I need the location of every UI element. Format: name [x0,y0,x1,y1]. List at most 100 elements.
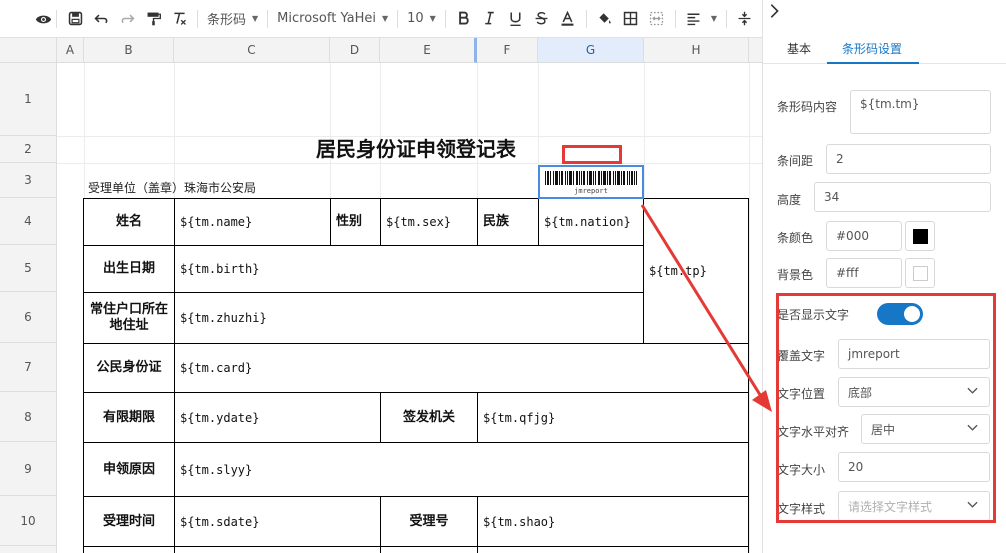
sex-label-cell[interactable]: 性别 [331,199,371,245]
report-title[interactable]: 居民身份证申领登记表 [84,133,748,163]
vertical-align-icon[interactable] [733,6,757,32]
row-header-7[interactable]: 7 [0,343,57,392]
underline-icon[interactable] [504,6,528,32]
validity-label-cell[interactable]: 有限期限 [84,393,174,442]
fill-color-icon[interactable] [593,6,617,32]
preview-eye-icon[interactable] [31,6,55,32]
bar-color-input[interactable]: #000 [826,221,902,251]
row-header-1[interactable]: 1 [0,63,57,136]
barcode-bars-icon [545,171,637,185]
card-label-cell[interactable]: 公民身份证 [84,344,174,392]
column-header-h[interactable]: H [644,38,749,63]
birth-value-cell[interactable]: ${tm.birth} [175,246,643,292]
text-size-row: 文字大小 [777,461,825,478]
row-header-5[interactable]: 5 [0,245,57,292]
row-header-11[interactable] [0,546,57,553]
chevron-right-icon[interactable] [765,2,785,22]
tab-barcode-settings[interactable]: 条形码设置 [842,40,902,57]
column-header-b[interactable]: B [84,38,174,63]
caret-down-icon: ▼ [381,14,389,23]
tab-basic[interactable]: 基本 [787,40,811,57]
row-header-8[interactable]: 8 [0,392,57,442]
address-label-cell[interactable]: 常住户口所在地住址 [84,293,174,343]
override-text-input[interactable]: jmreport [838,339,990,369]
text-align-row: 文字水平对齐 [777,423,849,440]
grid-line [174,63,175,198]
text-align-select[interactable]: 居中 [861,414,990,444]
address-value-cell[interactable]: ${tm.zhuzhi} [175,293,643,343]
cell-type-dropdown[interactable]: 条形码 ▼ [203,6,262,32]
column-header-e[interactable]: E [380,38,477,63]
column-header-extra[interactable] [749,38,762,63]
format-painter-icon[interactable] [141,6,165,32]
text-size-input[interactable]: 20 [838,452,990,482]
accept-time-value-cell[interactable]: ${tm.sdate} [175,497,380,546]
grid-line [84,63,85,198]
issuer-label-cell[interactable]: 签发机关 [381,393,477,442]
birth-label-cell[interactable]: 出生日期 [84,246,174,292]
bold-icon[interactable] [452,6,476,32]
name-value-cell[interactable]: ${tm.name} [175,199,330,245]
show-text-row: 是否显示文字 [777,306,849,323]
issuer-value-cell[interactable]: ${tm.qfjg} [478,393,748,442]
row-header-9[interactable]: 9 [0,442,57,496]
chevron-down-icon [967,424,978,435]
font-family-dropdown[interactable]: Microsoft YaHei ▼ [273,6,392,32]
border-icon[interactable] [619,6,643,32]
bar-color-swatch[interactable] [905,221,935,251]
caret-down-icon: ▼ [429,14,436,23]
accept-no-label-cell[interactable]: 受理号 [381,497,477,546]
sex-value-cell[interactable]: ${tm.sex} [381,199,477,245]
caret-down-icon[interactable]: ▼ [711,14,717,23]
barcode-content-textarea[interactable]: ${tm.tm} [850,90,991,134]
strikethrough-icon[interactable] [530,6,554,32]
row-header-3[interactable]: 3 [0,163,57,198]
bar-spacing-input[interactable]: 2 [826,144,991,174]
barcode-content-label: 条形码内容 [777,100,838,114]
card-value-cell[interactable]: ${tm.card} [175,344,748,392]
column-header-a[interactable]: A [57,38,84,63]
height-input[interactable]: 34 [814,182,991,212]
unit-label[interactable]: 受理单位（盖章）珠海市公安局 [88,179,256,196]
column-header-f[interactable]: F [477,38,538,63]
column-header-g[interactable]: G [538,38,644,63]
height-label: 高度 [777,193,802,207]
font-size-dropdown[interactable]: 10 ▼ [403,6,440,32]
bg-color-swatch[interactable] [905,258,935,288]
reason-value-cell[interactable]: ${tm.slyy} [175,443,748,496]
font-color-icon[interactable] [556,6,580,32]
redo-icon[interactable] [115,6,139,32]
nation-label-cell[interactable]: 民族 [478,199,538,245]
text-style-select[interactable]: 请选择文字样式 [838,491,990,521]
text-position-value: 底部 [848,385,873,400]
grid-corner[interactable] [0,38,57,63]
save-icon[interactable] [63,6,87,32]
validity-value-cell[interactable]: ${tm.ydate} [175,393,380,442]
barcode-cell[interactable]: jmreport [538,165,644,199]
accept-no-value-cell[interactable]: ${tm.shao} [478,497,748,546]
row-header-2[interactable]: 2 [0,136,57,163]
spreadsheet-grid[interactable]: A B C D E F G H 1 2 3 4 5 6 7 8 9 10 居民身… [0,38,762,553]
photo-value-cell[interactable]: ${tm.tp} [644,246,748,296]
undo-icon[interactable] [89,6,113,32]
column-header-d[interactable]: D [330,38,380,63]
name-label-cell[interactable]: 姓名 [84,199,174,245]
text-align-label: 文字水平对齐 [777,425,850,439]
merge-cells-icon[interactable] [645,6,669,32]
italic-icon[interactable] [478,6,502,32]
accept-time-label-cell[interactable]: 受理时间 [84,497,174,546]
nation-value-cell[interactable]: ${tm.nation} [539,199,643,245]
row-header-10[interactable]: 10 [0,496,57,546]
bar-spacing-label: 条间距 [777,154,814,168]
show-text-toggle[interactable] [877,303,923,325]
show-text-label: 是否显示文字 [777,308,850,322]
column-header-c[interactable]: C [174,38,330,63]
reason-label-cell[interactable]: 申领原因 [84,443,174,496]
bg-color-label: 背景色 [777,268,814,282]
row-header-6[interactable]: 6 [0,292,57,343]
row-header-4[interactable]: 4 [0,198,57,245]
text-position-select[interactable]: 底部 [838,377,990,407]
bg-color-input[interactable]: #fff [826,258,902,288]
clear-format-icon[interactable] [167,6,191,32]
align-left-icon[interactable] [682,6,706,32]
